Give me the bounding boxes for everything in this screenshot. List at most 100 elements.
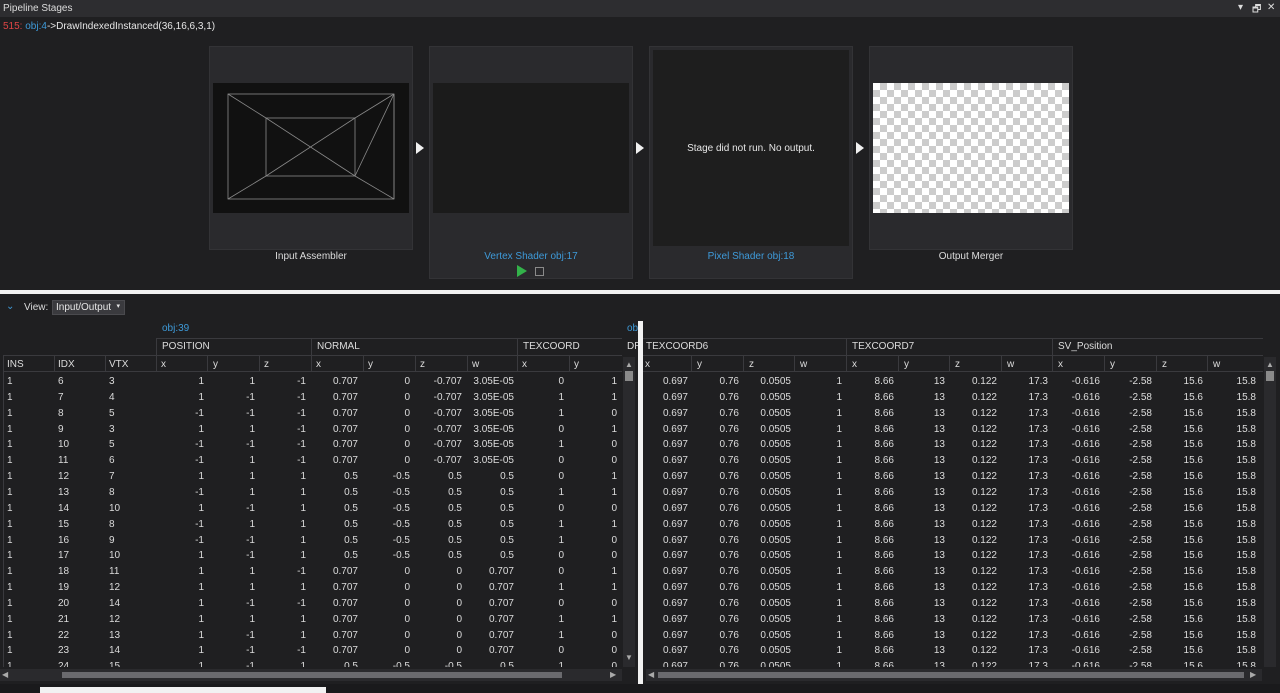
column-header[interactable]: w — [472, 359, 479, 370]
column-header[interactable]: z — [264, 359, 269, 370]
table-row[interactable]: 1 22 13 1 -1 1 0.707 0 0 0.707 1 0 — [0, 630, 622, 646]
table-row[interactable]: 0.697 0.76 0.0505 1 8.66 13 0.122 17.3 -0.616 -2.… — [643, 487, 1263, 503]
table-row[interactable]: 0.697 0.76 0.0505 1 8.66 13 0.122 17.3 -0.616 -2.… — [643, 614, 1263, 630]
table-row[interactable]: 0.697 0.76 0.0505 1 8.66 13 0.122 17.3 -0.616 -2.… — [643, 519, 1263, 535]
table-row[interactable]: 1 7 4 1 -1 -1 0.707 0 -0.707 3.05E-05 1 1 — [0, 392, 622, 408]
table-row[interactable]: 1 14 10 1 -1 1 0.5 -0.5 0.5 0.5 0 0 — [0, 503, 622, 519]
table-row[interactable]: 0.697 0.76 0.0505 1 8.66 13 0.122 17.3 -0.616 -2.… — [643, 582, 1263, 598]
table-row[interactable]: 1 19 12 1 1 1 0.707 0 0 0.707 1 1 — [0, 582, 622, 598]
column-header[interactable]: w — [1213, 359, 1220, 370]
scroll-thumb[interactable] — [658, 672, 1244, 678]
table-row[interactable]: 1 18 11 1 1 -1 0.707 0 0 0.707 0 1 — [0, 566, 622, 582]
pixel-shader-link[interactable]: Pixel Shader obj:18 — [649, 251, 853, 262]
column-header[interactable]: y — [1110, 359, 1115, 370]
table-row[interactable]: 1 12 7 1 1 1 0.5 -0.5 0.5 0.5 0 1 — [0, 471, 622, 487]
scroll-left-icon[interactable]: ◀ — [648, 670, 654, 679]
column-header[interactable]: x — [852, 359, 857, 370]
panel-divider[interactable] — [0, 290, 1280, 294]
scroll-left-icon[interactable]: ◀ — [2, 670, 8, 679]
scroll-thumb[interactable] — [625, 371, 633, 381]
table-row[interactable]: 1 15 8 -1 1 1 0.5 -0.5 0.5 0.5 1 1 — [0, 519, 622, 535]
window-menu-icon[interactable]: ▾ — [1238, 2, 1243, 13]
scroll-thumb[interactable] — [62, 672, 562, 678]
left-vertical-scrollbar[interactable]: ▲ ▼ — [623, 357, 635, 667]
column-header[interactable]: x — [645, 359, 650, 370]
table-splitter[interactable] — [638, 321, 643, 693]
table-row[interactable]: 0.697 0.76 0.0505 1 8.66 13 0.122 17.3 -0.616 -2.… — [643, 535, 1263, 551]
table-row[interactable]: 0.697 0.76 0.0505 1 8.66 13 0.122 17.3 -0.616 -2.… — [643, 503, 1263, 519]
column-header[interactable]: w — [1007, 359, 1014, 370]
restore-icon[interactable]: 🗗 — [1252, 2, 1261, 19]
table-row[interactable]: 1 17 10 1 -1 1 0.5 -0.5 0.5 0.5 0 0 — [0, 550, 622, 566]
scroll-right-icon[interactable]: ▶ — [610, 670, 616, 679]
table-row[interactable]: 0.697 0.76 0.0505 1 8.66 13 0.122 17.3 -0.616 -2.… — [643, 455, 1263, 471]
column-header[interactable]: z — [420, 359, 425, 370]
table-row[interactable]: 1 11 6 -1 1 -1 0.707 0 -0.707 3.05E-05 0 0 — [0, 455, 622, 471]
column-header[interactable]: y — [904, 359, 909, 370]
table-row[interactable]: 0.697 0.76 0.0505 1 8.66 13 0.122 17.3 -0.616 -2.… — [643, 645, 1263, 661]
table-row[interactable]: 1 21 12 1 1 1 0.707 0 0 0.707 1 1 — [0, 614, 622, 630]
column-header[interactable]: z — [749, 359, 754, 370]
table-cell: 0 — [611, 629, 617, 641]
table-row[interactable]: 0.697 0.76 0.0505 1 8.66 13 0.122 17.3 -0.616 -2.… — [643, 376, 1263, 392]
table-row[interactable]: 0.697 0.76 0.0505 1 8.66 13 0.122 17.3 -0.616 -2.… — [643, 392, 1263, 408]
column-header[interactable]: x — [1058, 359, 1063, 370]
column-header[interactable]: y — [213, 359, 218, 370]
scroll-up-icon[interactable]: ▲ — [625, 360, 633, 369]
table-row[interactable]: 1 10 5 -1 -1 -1 0.707 0 -0.707 3.05E-05 1 0 — [0, 439, 622, 455]
play-icon[interactable] — [517, 265, 527, 277]
table-cell: 15.6 — [1183, 391, 1203, 403]
table-row[interactable]: 1 20 14 1 -1 -1 0.707 0 0 0.707 0 0 — [0, 598, 622, 614]
output-merger-preview — [873, 83, 1069, 213]
table-row[interactable]: 0.697 0.76 0.0505 1 8.66 13 0.122 17.3 -0.616 -2.… — [643, 550, 1263, 566]
object-link[interactable]: obj:4 — [25, 21, 47, 32]
column-header[interactable]: INS — [7, 359, 24, 370]
table-row[interactable]: 0.697 0.76 0.0505 1 8.66 13 0.122 17.3 -0.616 -2.… — [643, 598, 1263, 614]
column-header[interactable]: w — [800, 359, 807, 370]
table-row[interactable]: 0.697 0.76 0.0505 1 8.66 13 0.122 17.3 -0.616 -2.… — [643, 630, 1263, 646]
chevron-down-icon[interactable]: ⌄ — [6, 301, 14, 312]
column-header[interactable]: y — [368, 359, 373, 370]
stop-icon[interactable] — [535, 267, 544, 276]
scroll-down-icon[interactable]: ▼ — [625, 653, 633, 662]
close-icon[interactable]: ✕ — [1267, 2, 1275, 13]
table-row[interactable]: 1 8 5 -1 -1 -1 0.707 0 -0.707 3.05E-05 1 0 — [0, 408, 622, 424]
taskbar-input-area[interactable] — [40, 687, 326, 693]
table-cell: 15.8 — [1236, 439, 1256, 451]
table-row[interactable]: 0.697 0.76 0.0505 1 8.66 13 0.122 17.3 -0.616 -2.… — [643, 424, 1263, 440]
column-header[interactable]: x — [316, 359, 321, 370]
column-header[interactable]: x — [161, 359, 166, 370]
table-row[interactable]: 1 24 15 1 -1 1 0.5 -0.5 -0.5 0.5 1 0 — [0, 661, 622, 667]
table-row[interactable]: 0.697 0.76 0.0505 1 8.66 13 0.122 17.3 -0.616 -2.… — [643, 439, 1263, 455]
table-row[interactable]: 0.697 0.76 0.0505 1 8.66 13 0.122 17.3 -0.616 -2.… — [643, 408, 1263, 424]
column-header[interactable]: x — [522, 359, 527, 370]
column-header[interactable]: y — [574, 359, 579, 370]
object-link[interactable]: obj:39 — [162, 323, 189, 334]
table-row[interactable]: 0.697 0.76 0.0505 1 8.66 13 0.122 17.3 -0.616 -2.… — [643, 661, 1263, 667]
scroll-thumb[interactable] — [1266, 371, 1274, 381]
right-vertical-scrollbar[interactable]: ▲ — [1264, 357, 1276, 667]
right-horizontal-scrollbar[interactable]: ◀ ▶ — [646, 669, 1262, 681]
column-header[interactable]: y — [697, 359, 702, 370]
column-header[interactable]: VTX — [109, 359, 128, 370]
column-header[interactable]: z — [1162, 359, 1167, 370]
grid-line — [105, 356, 106, 371]
table-row[interactable]: 0.697 0.76 0.0505 1 8.66 13 0.122 17.3 -0.616 -2.… — [643, 471, 1263, 487]
left-horizontal-scrollbar[interactable]: ◀ ▶ — [0, 669, 622, 681]
table-cell: 8 — [58, 407, 64, 419]
table-row[interactable]: 1 13 8 -1 1 1 0.5 -0.5 0.5 0.5 1 1 — [0, 487, 622, 503]
table-cell: 0.122 — [971, 376, 997, 387]
table-row[interactable]: 1 16 9 -1 -1 1 0.5 -0.5 0.5 0.5 1 0 — [0, 535, 622, 551]
column-header[interactable]: IDX — [58, 359, 75, 370]
table-cell: 17.3 — [1028, 391, 1048, 403]
scroll-up-icon[interactable]: ▲ — [1266, 360, 1274, 369]
vertex-shader-link[interactable]: Vertex Shader obj:17 — [429, 251, 633, 262]
table-row[interactable]: 1 9 3 1 1 -1 0.707 0 -0.707 3.05E-05 0 1 — [0, 424, 622, 440]
view-select[interactable]: Input/Output ▾ — [52, 300, 125, 315]
table-row[interactable]: 0.697 0.76 0.0505 1 8.66 13 0.122 17.3 -0.616 -2.… — [643, 566, 1263, 582]
scroll-right-icon[interactable]: ▶ — [1250, 670, 1256, 679]
table-row[interactable]: 1 6 3 1 1 -1 0.707 0 -0.707 3.05E-05 0 1 — [0, 376, 622, 392]
table-cell: 1 — [836, 597, 842, 609]
table-row[interactable]: 1 23 14 1 -1 -1 0.707 0 0 0.707 0 0 — [0, 645, 622, 661]
column-header[interactable]: z — [955, 359, 960, 370]
